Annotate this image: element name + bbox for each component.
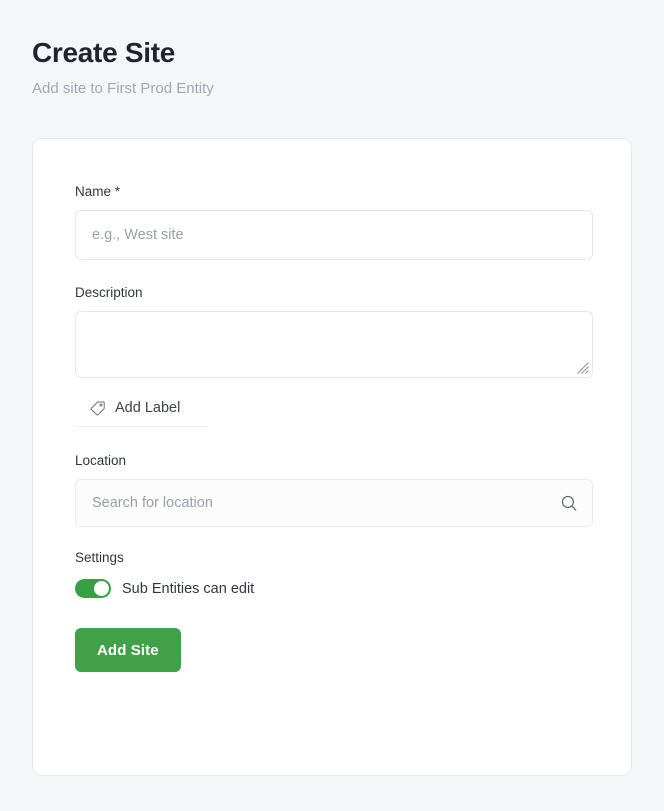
description-textarea[interactable] (75, 311, 593, 378)
name-input[interactable] (75, 210, 593, 260)
page-subtitle: Add site to First Prod Entity (32, 80, 214, 97)
field-description: Description (75, 284, 593, 378)
description-textarea-wrap (75, 311, 593, 378)
sub-entities-can-edit-row[interactable]: Sub Entities can edit (75, 579, 593, 598)
create-site-form: Name * Description (75, 183, 593, 672)
description-label: Description (75, 285, 143, 300)
field-name: Name * (75, 183, 593, 260)
add-label-button[interactable]: Add Label (75, 395, 209, 427)
page-header: Create Site Add site to First Prod Entit… (32, 36, 632, 99)
settings-label: Settings (75, 550, 124, 565)
create-site-card: Name * Description (32, 138, 632, 776)
location-search-input[interactable] (75, 479, 593, 527)
field-settings: Settings Sub Entities can edit (75, 549, 593, 598)
search-icon[interactable] (560, 494, 578, 512)
location-label: Location (75, 453, 127, 468)
toggle-knob (94, 581, 109, 596)
name-label: Name * (75, 184, 121, 199)
create-site-page: Create Site Add site to First Prod Entit… (0, 0, 664, 811)
field-location: Location (75, 452, 593, 527)
location-search-wrap (75, 479, 593, 527)
tag-icon (90, 401, 105, 415)
page-title: Create Site (32, 37, 175, 68)
sub-entities-can-edit-label: Sub Entities can edit (122, 580, 255, 597)
add-label-text: Add Label (115, 400, 181, 416)
add-site-button[interactable]: Add Site (75, 628, 181, 672)
sub-entities-can-edit-toggle[interactable] (75, 579, 111, 598)
